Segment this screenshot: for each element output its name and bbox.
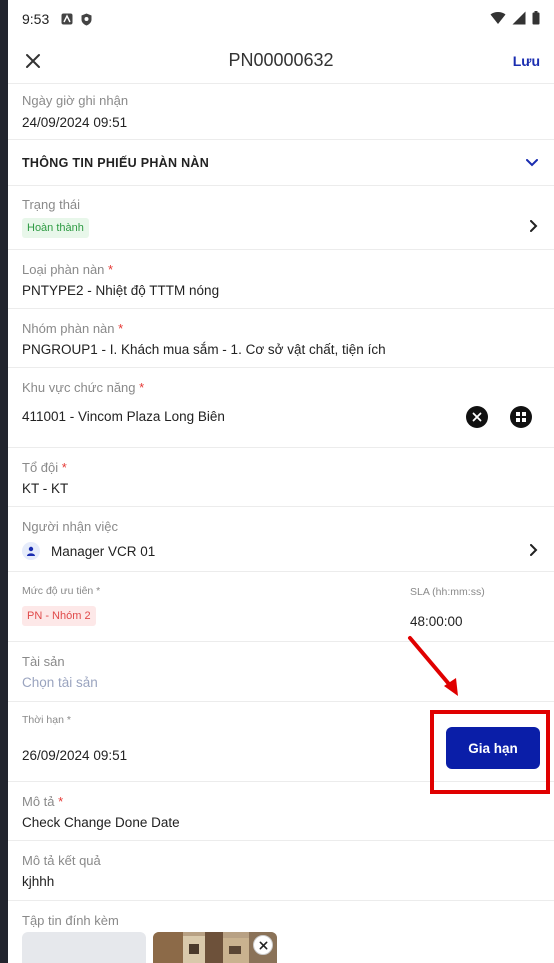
status-badge: Hoàn thành [22, 218, 89, 238]
assignee-label: Người nhận việc [22, 519, 118, 534]
chevron-right-icon[interactable] [530, 543, 538, 561]
complaint-type-value: PNTYPE2 - Nhiệt độ TTTM nóng [22, 283, 220, 298]
tree-select-button[interactable] [510, 406, 532, 428]
app-screen: 9:53 PN00000632 Lưu Ngày giờ ghi nhận 24… [8, 0, 554, 963]
sla-value: 48:00:00 [410, 614, 463, 629]
description-value: Check Change Done Date [22, 815, 180, 830]
description-label: Mô tả [22, 794, 55, 809]
result-description-row[interactable]: Mô tả kết quả kjhhh [8, 841, 554, 901]
app-bar: PN00000632 Lưu [8, 38, 554, 84]
save-button[interactable]: Lưu [513, 53, 540, 69]
close-icon [472, 412, 482, 422]
section-title: THÔNG TIN PHIẾU PHÀN NÀN [22, 155, 210, 170]
status-row[interactable]: Trạng thái Hoàn thành [8, 186, 554, 250]
team-label: Tổ đội [22, 460, 59, 475]
function-area-row[interactable]: Khu vực chức năng * 411001 - Vincom Plaz… [8, 368, 554, 448]
complaint-group-row[interactable]: Nhóm phàn nàn * PNGROUP1 - I. Khách mua … [8, 309, 554, 368]
status-time: 9:53 [22, 11, 50, 27]
priority-badge[interactable]: PN - Nhóm 2 [22, 606, 96, 626]
close-icon [259, 941, 267, 949]
attachments-label: Tập tin đính kèm [22, 913, 119, 928]
complaint-type-row[interactable]: Loại phàn nàn * PNTYPE2 - Nhiệt độ TTTM … [8, 250, 554, 309]
section-header[interactable]: THÔNG TIN PHIẾU PHÀN NÀN [8, 140, 554, 186]
signal-icon [512, 11, 526, 28]
complaint-group-label: Nhóm phàn nàn [22, 321, 115, 336]
annotation-arrow-icon [408, 636, 458, 696]
assignee-row[interactable]: Người nhận việc Manager VCR 01 [8, 507, 554, 572]
team-row[interactable]: Tổ đội * KT - KT [8, 448, 554, 507]
result-description-label: Mô tả kết quả [22, 853, 101, 868]
chevron-right-icon[interactable] [530, 219, 538, 237]
team-value: KT - KT [22, 481, 69, 496]
asset-row[interactable]: Tài sản Chọn tài sản [8, 642, 554, 702]
hierarchy-icon [516, 412, 526, 422]
result-description-value: kjhhh [22, 874, 55, 889]
sla-label: SLA (hh:mm:ss) [410, 586, 485, 598]
page-title: PN00000632 [228, 50, 334, 70]
battery-icon [532, 10, 540, 28]
remove-attachment-button[interactable] [253, 935, 273, 955]
chevron-down-icon[interactable] [526, 158, 538, 167]
function-area-label: Khu vực chức năng [22, 380, 136, 395]
user-avatar-icon [22, 542, 40, 560]
add-attachment-button[interactable] [22, 932, 146, 963]
priority-row: Mức độ ưu tiên * PN - Nhóm 2 SLA (hh:mm:… [8, 572, 554, 642]
recorded-time-row: Ngày giờ ghi nhận 24/09/2024 09:51 [8, 84, 554, 140]
close-icon[interactable] [22, 50, 44, 72]
recorded-time-label: Ngày giờ ghi nhận [22, 93, 129, 108]
status-label: Trạng thái [22, 197, 81, 212]
assignee-value: Manager VCR 01 [51, 543, 156, 559]
deadline-label: Thời hạn [22, 714, 64, 726]
complaint-type-label: Loại phàn nàn [22, 262, 105, 277]
wifi-icon [490, 11, 506, 28]
function-area-value: 411001 - Vincom Plaza Long Biên [22, 409, 225, 424]
shield-icon [81, 13, 92, 26]
status-bar: 9:53 [8, 0, 554, 38]
extend-deadline-button[interactable]: Gia hạn [446, 727, 540, 769]
priority-label: Mức độ ưu tiên [22, 585, 94, 597]
app-notification-icon [61, 13, 73, 25]
clear-area-button[interactable] [466, 406, 488, 428]
complaint-group-value: PNGROUP1 - I. Khách mua sắm - 1. Cơ sở v… [22, 342, 386, 357]
recorded-time-value: 24/09/2024 09:51 [22, 115, 128, 130]
